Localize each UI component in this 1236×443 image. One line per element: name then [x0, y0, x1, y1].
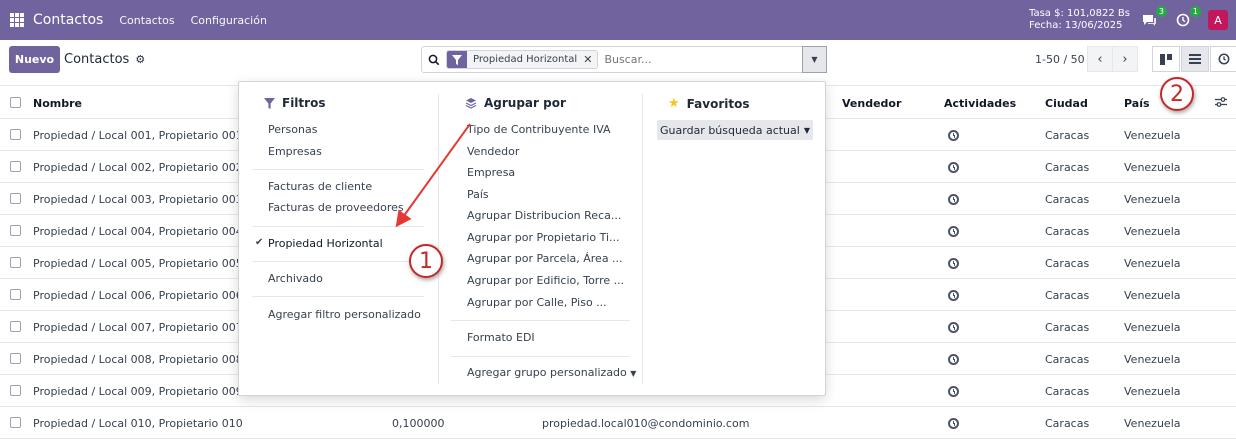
- annotation-marker-1: 1: [409, 244, 443, 278]
- annotation-arrow: [395, 123, 471, 228]
- annotation-marker-2: 2: [1160, 77, 1194, 111]
